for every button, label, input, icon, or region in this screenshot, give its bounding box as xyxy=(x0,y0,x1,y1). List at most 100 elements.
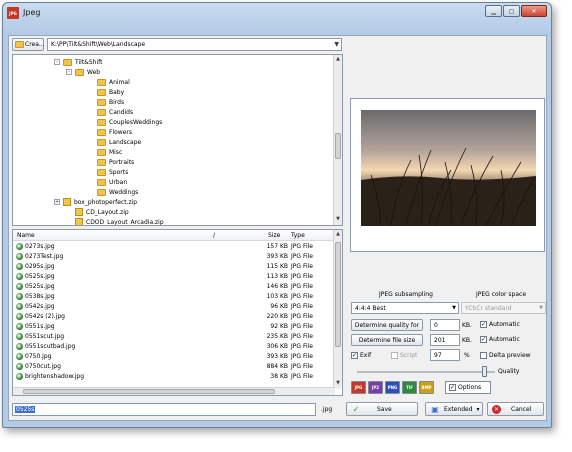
tree-item[interactable]: CouplesWeddings xyxy=(97,117,162,127)
format-tab-tif[interactable]: TIF xyxy=(402,381,417,394)
automatic-size-toggle[interactable]: ✓ Automatic xyxy=(480,336,520,343)
file-type: JPG File xyxy=(291,363,313,370)
path-text: K:\PP\Tilt&Shift\Web\Landscape xyxy=(51,41,146,48)
tree-item-label: Baby xyxy=(109,88,125,96)
tree-item[interactable]: CD_Layout.zip xyxy=(75,207,129,217)
tree-item[interactable]: Portraits xyxy=(97,157,134,167)
title-bar[interactable]: JPG Jpeg ▁ ▢ ✕ xyxy=(3,3,551,27)
determine-quality-button[interactable]: Determine quality for xyxy=(351,319,423,331)
file-row[interactable]: brightenshadow.jpg 38 KB JPG File xyxy=(13,372,335,381)
filename-input[interactable]: 0525s xyxy=(12,403,316,416)
file-type: JPG File xyxy=(291,303,313,310)
file-list-scroll-thumb[interactable] xyxy=(335,242,341,347)
collapse-icon[interactable]: - xyxy=(54,59,60,65)
column-size[interactable]: Size xyxy=(268,232,280,239)
format-tab-png[interactable]: PNG xyxy=(385,381,400,394)
tab-options[interactable]: ✓ Options xyxy=(445,381,491,394)
file-row[interactable]: 0273s.jpg 157 KB JPG File xyxy=(13,242,335,251)
quality-slider-track[interactable] xyxy=(357,371,495,373)
scroll-down-icon[interactable]: ▼ xyxy=(334,380,342,388)
checkbox-checked-icon[interactable]: ✓ xyxy=(351,352,358,359)
file-row[interactable]: 0551s.jpg 92 KB JPG File xyxy=(13,322,335,331)
file-name: 0295s.jpg xyxy=(25,263,55,270)
scroll-down-icon[interactable]: ▼ xyxy=(334,216,342,224)
tree-item[interactable]: Misc xyxy=(97,147,122,157)
checkbox-checked-icon[interactable]: ✓ xyxy=(480,336,487,343)
tree-item[interactable]: Animal xyxy=(97,77,130,87)
maximize-button[interactable]: ▢ xyxy=(503,5,520,17)
tree-item[interactable]: Baby xyxy=(97,87,124,97)
save-button[interactable]: ✓ Save xyxy=(346,402,418,416)
file-row[interactable]: 0750cut.jpg 884 KB JPG File xyxy=(13,362,335,371)
file-size-input[interactable]: 201 xyxy=(430,334,460,346)
create-folder-label: Crea... xyxy=(25,41,45,48)
tree-scroll-thumb[interactable] xyxy=(335,133,341,159)
file-row[interactable]: 0551scutbad.jpg 306 KB JPG File xyxy=(13,342,335,351)
file-name: 0542s.jpg xyxy=(25,303,55,310)
format-tab-bmp[interactable]: BMP xyxy=(419,381,434,394)
scroll-up-icon[interactable]: ▲ xyxy=(334,231,342,239)
subsampling-select[interactable]: 4:4:4 Best ▼ xyxy=(351,302,459,314)
create-folder-button[interactable]: Crea... xyxy=(12,38,45,51)
file-list-hscrollbar[interactable] xyxy=(13,387,335,395)
format-tab-jpg[interactable]: JPG xyxy=(351,381,366,394)
file-size: 157 KB xyxy=(266,243,288,250)
file-row[interactable]: 0542s.jpg 96 KB JPG File xyxy=(13,302,335,311)
file-row[interactable]: 0295s.jpg 115 KB JPG File xyxy=(13,262,335,271)
path-combo[interactable]: K:\PP\Tilt&Shift\Web\Landscape ▼ xyxy=(47,38,342,51)
delta-preview-toggle[interactable]: Delta preview xyxy=(480,352,531,359)
determine-file-size-button[interactable]: Determine file size xyxy=(351,334,423,346)
tree-scrollbar[interactable]: ▲ ▼ xyxy=(333,55,342,225)
file-row[interactable]: 0538s.jpg 103 KB JPG File xyxy=(13,292,335,301)
tree-item[interactable]: - Web xyxy=(66,67,100,77)
tree-item[interactable]: Urban xyxy=(97,177,127,187)
file-name: 0551s.jpg xyxy=(25,323,55,330)
close-button[interactable]: ✕ xyxy=(521,5,547,17)
quality-input[interactable]: 97 xyxy=(430,349,460,361)
folder-tree[interactable]: ▲ ▼ - Tilt&Shift - Web Animal Baby Birds Candid… xyxy=(12,54,343,226)
tree-item[interactable]: + box_photoperfect.zip xyxy=(54,197,137,207)
folder-icon xyxy=(97,178,106,186)
tree-item[interactable]: Candids xyxy=(97,107,133,117)
scroll-up-icon[interactable]: ▲ xyxy=(334,56,342,64)
minimize-button[interactable]: ▁ xyxy=(485,5,502,17)
tree-item[interactable]: Weddings xyxy=(97,187,138,197)
quality-slider-thumb[interactable] xyxy=(482,366,488,377)
expand-icon[interactable]: + xyxy=(54,199,60,205)
tree-item-label: Birds xyxy=(109,98,125,106)
tree-item[interactable]: Birds xyxy=(97,97,124,107)
cancel-button[interactable]: ✕ Cancel xyxy=(487,402,544,416)
extended-button[interactable]: ▣ Extended ▾ xyxy=(425,402,483,416)
file-row[interactable]: 0273Test.jpg 393 KB JPG File xyxy=(13,252,335,261)
checkbox-checked-icon[interactable]: ✓ xyxy=(480,321,487,328)
file-row[interactable]: 0542s (2).jpg 220 KB JPG File xyxy=(13,312,335,321)
tree-item[interactable]: Landscape xyxy=(97,137,141,147)
script-toggle: Script xyxy=(391,352,417,359)
file-type: JPG File xyxy=(291,353,313,360)
file-list[interactable]: Name / Size Type ▲ ▼ 0273s.jpg 157 KB JPG … xyxy=(12,229,343,396)
file-type: JPG File xyxy=(291,263,313,270)
tree-item[interactable]: CDOD_Layout_Arcadia.zip xyxy=(75,217,164,225)
exif-toggle[interactable]: ✓ Exif xyxy=(351,352,371,359)
tree-item[interactable]: - Tilt&Shift xyxy=(54,57,102,67)
column-type[interactable]: Type xyxy=(291,232,305,239)
checkbox-unchecked-icon[interactable] xyxy=(480,352,487,359)
tree-item[interactable]: Sports xyxy=(97,167,128,177)
chevron-down-icon[interactable]: ▼ xyxy=(334,41,339,48)
file-name: 0750cut.jpg xyxy=(25,363,61,370)
file-row[interactable]: 0525s.jpg 146 KB JPG File xyxy=(13,282,335,291)
column-name[interactable]: Name xyxy=(17,232,35,239)
tree-item[interactable]: Flowers xyxy=(97,127,132,137)
file-row[interactable]: 0551scut.jpg 235 KB JPG File xyxy=(13,332,335,341)
collapse-icon[interactable]: - xyxy=(66,69,72,75)
tree-item-label: Flowers xyxy=(109,128,132,136)
sort-indicator: / xyxy=(213,232,216,239)
file-row[interactable]: 0525s.jpg 113 KB JPG File xyxy=(13,272,335,281)
image-file-icon xyxy=(16,363,23,370)
hscroll-thumb[interactable] xyxy=(23,389,275,394)
colorspace-value: YCbCr standard xyxy=(465,305,512,312)
quality-target-input[interactable]: 0 xyxy=(430,319,460,331)
format-tab-jp2[interactable]: JP2 xyxy=(368,381,383,394)
automatic-quality-toggle[interactable]: ✓ Automatic xyxy=(480,321,520,328)
file-row[interactable]: 0750.jpg 393 KB JPG File xyxy=(13,352,335,361)
